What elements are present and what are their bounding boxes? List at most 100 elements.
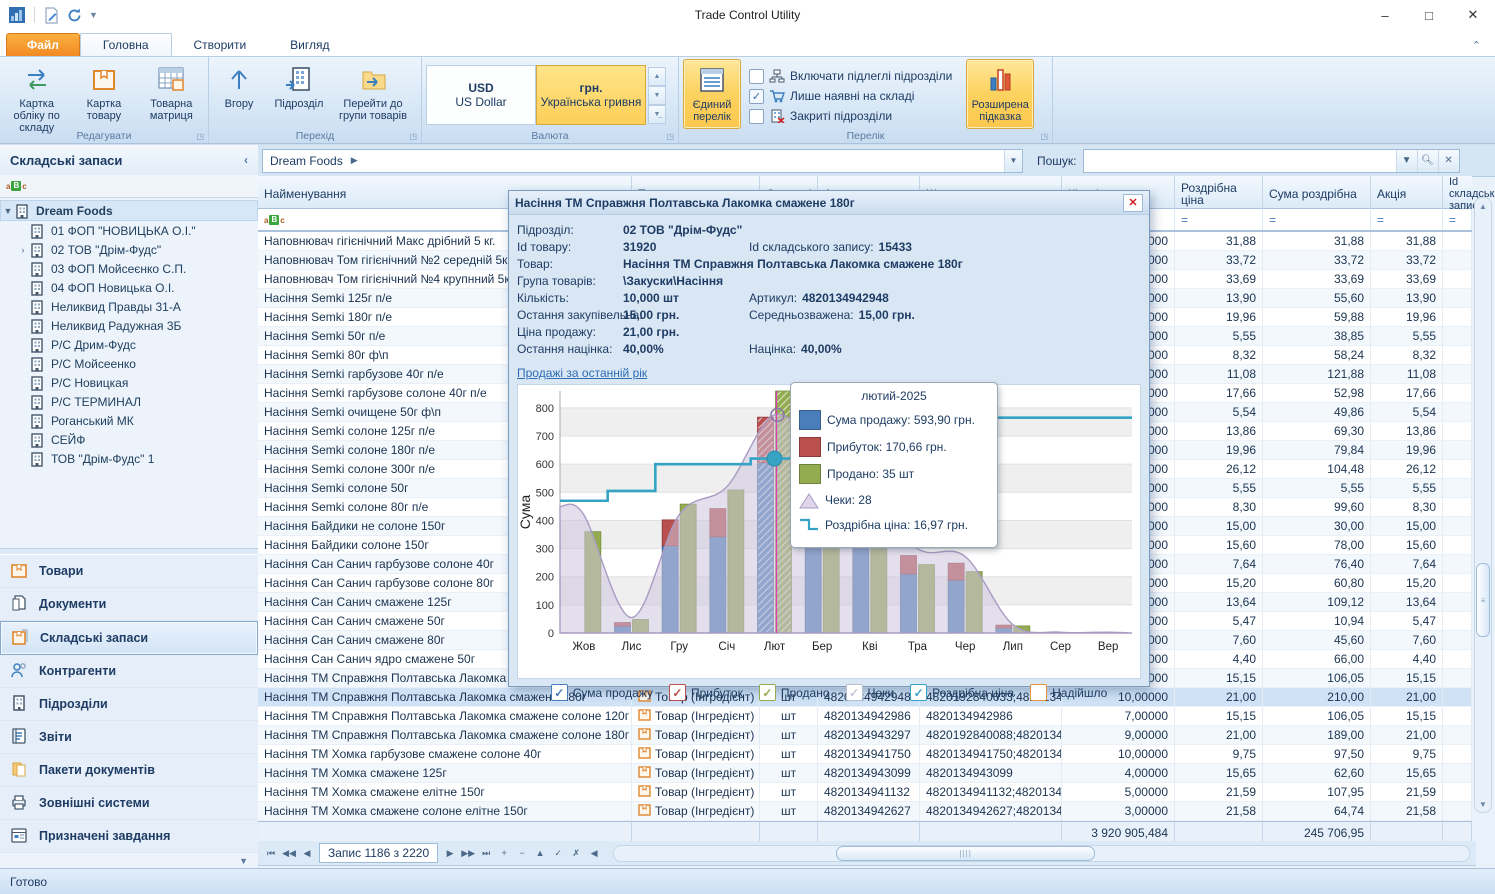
currency-scroll-down-icon[interactable]: ▼ xyxy=(648,86,666,105)
sidebar-item-звіти[interactable]: Звіти xyxy=(0,721,258,754)
legend-item-сума-продажу[interactable]: ✓Сума продажу xyxy=(551,684,653,701)
tree-item[interactable]: ТОВ "Дрім-Фудс" 1 xyxy=(0,449,258,468)
scroll-down-icon[interactable]: ▼ xyxy=(1479,796,1487,812)
first-record-icon[interactable]: ⏮ xyxy=(263,845,279,861)
search-clear-icon[interactable]: ✕ xyxy=(1438,150,1459,172)
cancel-record-icon[interactable]: ✗ xyxy=(568,845,584,861)
legend-item-прибуток[interactable]: ✓Прибуток xyxy=(669,684,743,701)
product-card-button[interactable]: Картка товару xyxy=(71,59,136,134)
sales-history-link[interactable]: Продажі за останній рік xyxy=(509,360,1149,382)
table-row[interactable]: Насіння ТМ Хомка смажене елітне 150гТова… xyxy=(258,783,1472,802)
horizontal-scroll-thumb[interactable]: |||| xyxy=(836,846,1094,861)
prev-record-icon[interactable]: ◀ xyxy=(299,845,315,861)
sidebar-item-підрозділи[interactable]: Підрозділи xyxy=(0,688,258,721)
sidebar-item-призначені-завдання[interactable]: Призначені завдання xyxy=(0,820,258,853)
checkbox-checked[interactable]: ✓ xyxy=(759,684,776,701)
search-dropdown-icon[interactable]: ▼ xyxy=(1396,150,1417,172)
checkbox-checked[interactable]: ✓ xyxy=(846,684,863,701)
go-up-button[interactable]: Вгору xyxy=(213,59,265,129)
sidebar-item-зовнішні-системи[interactable]: Зовнішні системи xyxy=(0,787,258,820)
product-matrix-button[interactable]: Товарна матриця xyxy=(139,59,204,134)
table-row[interactable]: Насіння ТМ Хомка смажене солоне елітне 1… xyxy=(258,802,1472,821)
column-header[interactable]: Акція xyxy=(1371,176,1443,212)
next-record-icon[interactable]: ▶ xyxy=(442,845,458,861)
sidebar-item-складські-запаси[interactable]: Складські запаси xyxy=(0,621,258,655)
checkbox-unchecked[interactable] xyxy=(1030,684,1047,701)
tree-item[interactable]: Р/С Дрим-Фудс xyxy=(0,335,258,354)
filter-cell[interactable]: = xyxy=(1371,209,1443,230)
dialog-launcher-icon[interactable]: ◳ xyxy=(409,132,417,141)
search-magnifier-icon[interactable]: 🔍︎ xyxy=(1417,150,1438,172)
dialog-launcher-icon[interactable]: ◳ xyxy=(196,132,204,141)
tree-item[interactable]: СЕЙФ xyxy=(0,430,258,449)
table-row[interactable]: Насіння ТМ Хомка смажене 125гТовар (Інгр… xyxy=(258,764,1472,783)
tab-view[interactable]: Вигляд xyxy=(268,34,351,56)
checkbox-checked[interactable]: ✓ xyxy=(669,684,686,701)
vertical-scrollbar[interactable]: ▲ ▼ xyxy=(1474,197,1492,813)
tree-item[interactable]: ›02 ТОВ "Дрім-Фудс" xyxy=(0,240,258,259)
tree-item[interactable]: Р/С ТЕРМИНАЛ xyxy=(0,392,258,411)
scroll-up-icon[interactable]: ▲ xyxy=(1479,198,1487,214)
close-button[interactable]: ✕ xyxy=(1451,0,1495,30)
closed-departments-checkbox[interactable]: Закриті підрозділи xyxy=(749,109,952,124)
filter-cell[interactable]: = xyxy=(1443,209,1472,230)
tab-create[interactable]: Створити xyxy=(172,34,269,56)
sidebar-item-товари[interactable]: Товари xyxy=(0,555,258,588)
last-record-icon[interactable]: ⏭ xyxy=(478,845,494,861)
add-record-icon[interactable]: + xyxy=(496,845,512,861)
column-header[interactable]: Сума роздрібна xyxy=(1263,176,1371,212)
table-row[interactable]: Насіння ТМ Хомка гарбузове смажене солон… xyxy=(258,745,1472,764)
stock-card-button[interactable]: Картка обліку по складу xyxy=(4,59,69,134)
ribbon-collapse-icon[interactable]: ⌃ xyxy=(1472,39,1481,56)
goto-product-group-button[interactable]: Перейти до групи товарів xyxy=(333,59,413,129)
only-in-stock-checkbox[interactable]: ✓ Лише наявні на складі xyxy=(749,89,952,104)
currency-uah-button[interactable]: грн. Українська гривня xyxy=(536,65,646,125)
nav-overflow-icon[interactable]: ▼ xyxy=(0,853,258,869)
dialog-launcher-icon[interactable]: ◳ xyxy=(1040,132,1048,141)
delete-record-icon[interactable]: − xyxy=(514,845,530,861)
filter-cell[interactable]: = xyxy=(1175,209,1263,230)
department-button[interactable]: Підрозділ xyxy=(267,59,331,129)
column-header[interactable]: Роздрібна ціна xyxy=(1175,176,1263,212)
horizontal-scrollbar[interactable]: |||| xyxy=(613,845,1470,862)
checkbox-checked[interactable]: ✓ xyxy=(910,684,927,701)
quick-access-dropdown-icon[interactable]: ▼ xyxy=(89,10,98,21)
legend-item-чеки[interactable]: ✓Чеки xyxy=(846,684,895,701)
tree-item[interactable]: 03 ФОП Мойсеєнко С.П. xyxy=(0,259,258,278)
sidebar-splitter[interactable] xyxy=(0,548,258,555)
legend-item-роздрібна-ціна[interactable]: ✓Роздрібна ціна xyxy=(910,684,1014,701)
filter-cell[interactable]: = xyxy=(1263,209,1371,230)
new-document-icon[interactable] xyxy=(43,7,60,24)
tree-item[interactable]: Неликвид Правды 31-А xyxy=(0,297,258,316)
tree-item[interactable]: 04 ФОП Новицька О.І. xyxy=(0,278,258,297)
tree-item[interactable]: Роганський МК xyxy=(0,411,258,430)
legend-item-продано[interactable]: ✓Продано xyxy=(759,684,830,701)
search-input[interactable] xyxy=(1084,150,1396,172)
table-row[interactable]: Насіння ТМ Справжня Полтавська Лакомка с… xyxy=(258,726,1472,745)
breadcrumb-dropdown-icon[interactable]: ▼ xyxy=(1004,150,1022,172)
tree-expander-icon[interactable]: ▼ xyxy=(1,206,15,216)
minimize-button[interactable]: – xyxy=(1363,0,1407,30)
tree-expander-icon[interactable]: › xyxy=(16,245,30,255)
sidebar-item-пакети-документів[interactable]: Пакети документів xyxy=(0,754,258,787)
tree-item[interactable]: Неликвид Радужная 3Б xyxy=(0,316,258,335)
fast-forward-icon[interactable]: ▶▶ xyxy=(460,845,476,861)
single-list-toggle[interactable]: Єдиний перелік xyxy=(683,59,741,129)
abc-filter-icon[interactable]: aBc xyxy=(6,181,27,191)
popup-title-bar[interactable]: Насіння ТМ Справжня Полтавська Лакомка с… xyxy=(509,191,1149,215)
edit-record-icon[interactable]: ▲ xyxy=(532,845,548,861)
include-sub-departments-checkbox[interactable]: Включати підлеглі підрозділи xyxy=(749,69,952,84)
popup-close-icon[interactable]: ✕ xyxy=(1123,194,1143,212)
currency-usd-button[interactable]: USD US Dollar xyxy=(426,65,536,125)
tree-item[interactable]: 01 ФОП "НОВИЦЬКА О.І." xyxy=(0,221,258,240)
fast-back-icon[interactable]: ◀◀ xyxy=(281,845,297,861)
tree-item-root[interactable]: ▼Dream Foods xyxy=(0,200,258,221)
currency-scroll-up-icon[interactable]: ▲ xyxy=(648,67,666,86)
tree-item[interactable]: Р/С Мойсеенко xyxy=(0,354,258,373)
vertical-scroll-thumb[interactable]: ≡ xyxy=(1476,563,1490,637)
abc-filter-icon[interactable]: aBc xyxy=(264,215,285,225)
sidebar-item-контрагенти[interactable]: Контрагенти xyxy=(0,655,258,688)
advanced-hint-toggle[interactable]: Розширена підказка xyxy=(966,59,1034,129)
dialog-launcher-icon[interactable]: ◳ xyxy=(666,132,674,141)
currency-more-icon[interactable]: ▼̲ xyxy=(648,105,666,124)
